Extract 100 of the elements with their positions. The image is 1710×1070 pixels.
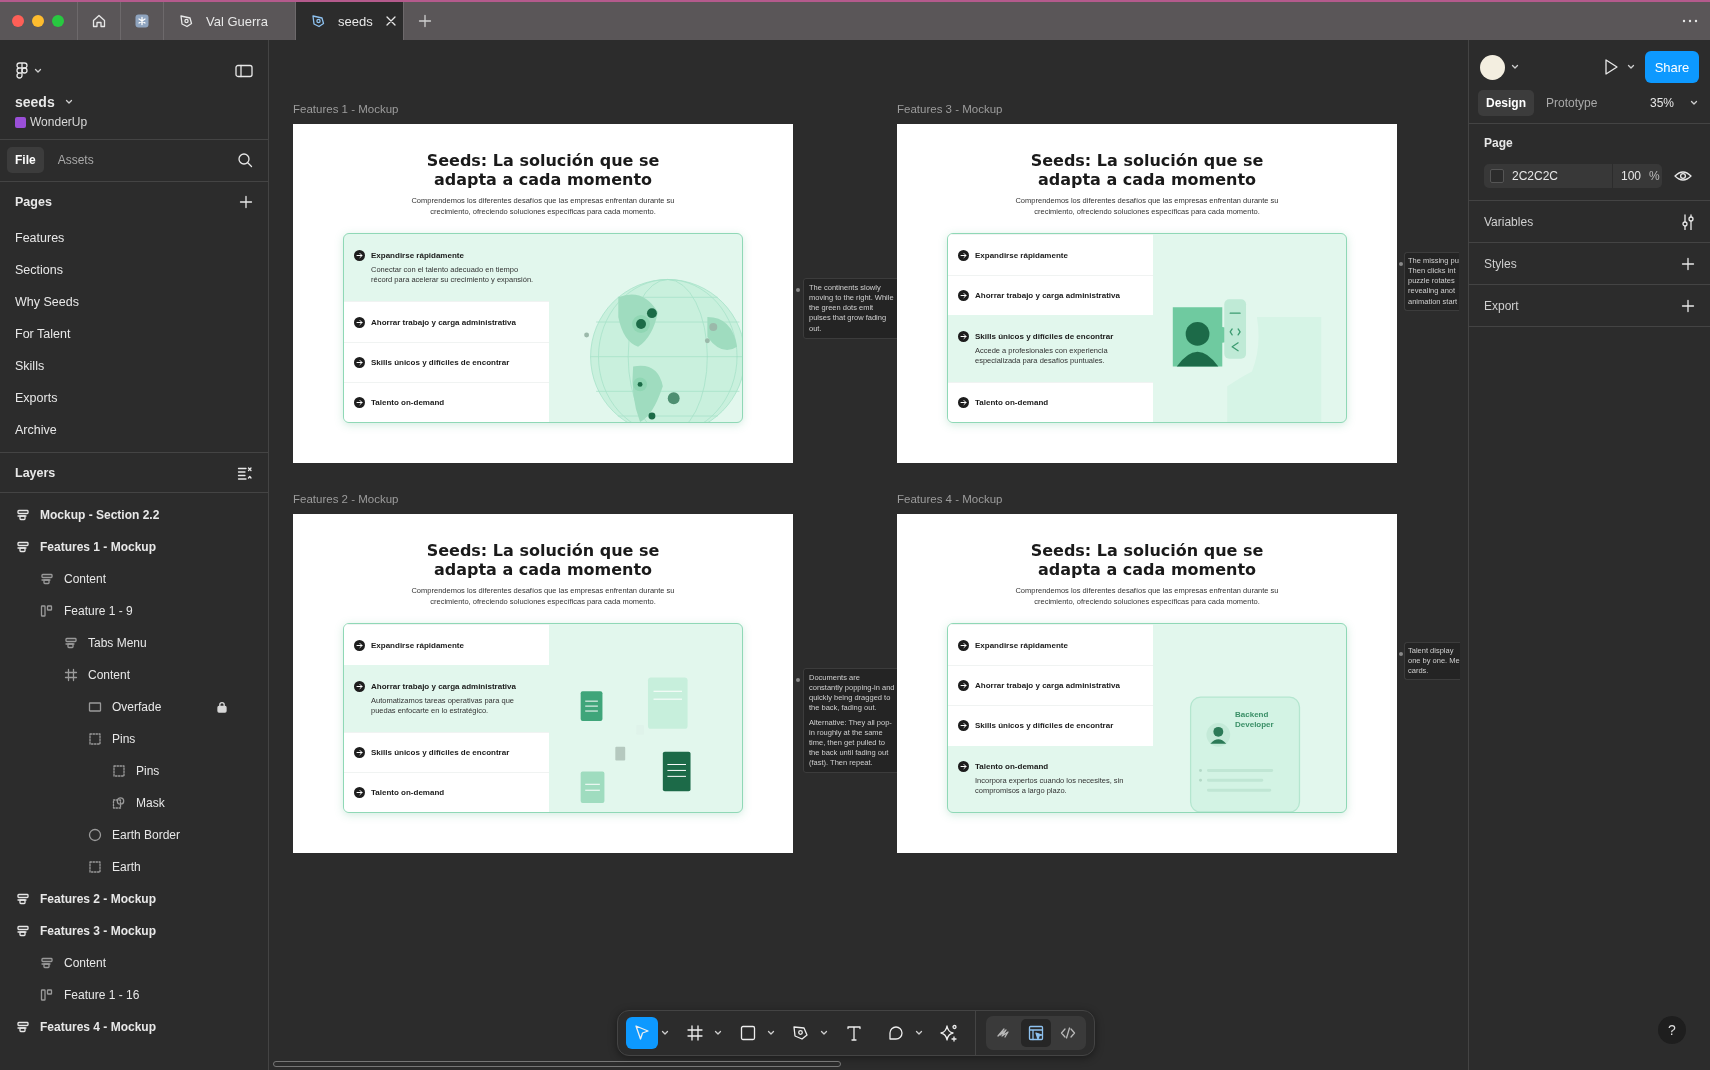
feature-tab[interactable]: Talento on-demand — [344, 382, 549, 423]
play-icon[interactable] — [1603, 58, 1619, 76]
document-tab[interactable]: seeds — [296, 2, 404, 40]
feature-tab[interactable]: Expandirse rápidamente — [948, 624, 1153, 665]
layer-row[interactable]: Earth Border — [0, 819, 268, 851]
frame-label[interactable]: Features 4 - Mockup — [897, 492, 1397, 514]
collapse-layers-icon[interactable] — [237, 465, 253, 480]
new-tab-icon[interactable] — [418, 14, 432, 28]
layer-row[interactable]: Mask — [0, 787, 268, 819]
main-menu-button[interactable] — [16, 62, 42, 80]
close-icon[interactable] — [384, 15, 397, 27]
plus-icon[interactable] — [1681, 256, 1695, 271]
layer-row[interactable]: Content — [0, 659, 268, 691]
team-name: WonderUp — [30, 115, 88, 129]
panel-tab[interactable]: Design — [1478, 90, 1534, 116]
layer-row[interactable]: Feature 1 - 9 — [0, 595, 268, 627]
section-title: Page — [1484, 136, 1514, 150]
team-swatch-icon — [15, 116, 26, 128]
chevron-down-icon[interactable] — [1511, 64, 1519, 70]
chevron-down-icon[interactable] — [661, 1030, 669, 1036]
chevron-down-icon[interactable] — [714, 1030, 722, 1036]
feature-title: Expandirse rápidamente — [371, 251, 464, 261]
page-item[interactable]: For Talent — [0, 318, 268, 350]
layer-row[interactable]: Features 2 - Mockup — [0, 883, 268, 915]
connector-dot-icon — [796, 678, 800, 682]
section-title: Styles — [1484, 256, 1517, 271]
dashed-square-icon — [88, 860, 102, 874]
page-item[interactable]: Features — [0, 222, 268, 254]
layer-row[interactable]: Features 3 - Mockup — [0, 915, 268, 947]
connector-dot-icon — [796, 288, 800, 292]
sidebar-toggle-icon[interactable] — [235, 64, 253, 78]
panel-tab[interactable]: File — [7, 147, 44, 173]
layer-row[interactable]: Content — [0, 563, 268, 595]
sliders-icon[interactable] — [1681, 213, 1695, 230]
dashed-square-icon — [88, 732, 102, 746]
cursor-tool-button[interactable] — [626, 1017, 658, 1049]
user-avatar[interactable] — [1480, 54, 1505, 80]
feature-tab[interactable]: Ahorrar trabajo y carga administrativa — [948, 274, 1153, 316]
frame-label[interactable]: Features 1 - Mockup — [293, 102, 793, 124]
connector-dot-icon — [1399, 652, 1403, 656]
panel-tab[interactable]: Prototype — [1538, 90, 1606, 116]
chevron-down-icon[interactable] — [820, 1030, 828, 1036]
feature-tab[interactable]: Expandirse rápidamente — [344, 624, 549, 665]
page-item[interactable]: Archive — [0, 414, 268, 446]
feature-title: Skills únicos y difíciles de encontrar — [975, 332, 1114, 341]
zoom-level[interactable]: 35% — [1649, 96, 1674, 110]
feature-tab[interactable]: Skills únicos y difíciles de encontrar — [344, 731, 549, 773]
feature-tab[interactable]: Skills únicos y difíciles de encontrar — [948, 705, 1153, 746]
minimize-window-button[interactable] — [32, 15, 44, 27]
feature-tab[interactable]: Ahorrar trabajo y carga administrativa — [948, 664, 1153, 706]
more-icon[interactable] — [1682, 19, 1698, 23]
plus-icon[interactable] — [1681, 298, 1695, 313]
chevron-down-icon[interactable] — [915, 1030, 923, 1036]
feature-tab[interactable]: Expandirse rápidamente — [948, 234, 1153, 275]
layer-row[interactable]: Pins — [0, 755, 268, 787]
arrow-circle-icon — [958, 397, 969, 409]
zoom-window-button[interactable] — [52, 15, 64, 27]
color-swatch-icon[interactable] — [1490, 169, 1504, 183]
mockup-heading: Seeds: La solución que se adapta a cada momento — [425, 542, 661, 580]
layer-row[interactable]: Features 4 - Mockup — [0, 1011, 268, 1043]
layer-row[interactable]: Tabs Menu — [0, 627, 268, 659]
feature-tab[interactable]: Talento on-demand — [344, 772, 549, 813]
search-icon[interactable] — [237, 152, 253, 168]
design-mode-button[interactable] — [1021, 1019, 1051, 1047]
circle-icon — [88, 828, 102, 842]
layer-row[interactable]: Earth — [0, 851, 268, 883]
arrow-circle-icon — [354, 397, 365, 409]
frame-label[interactable]: Features 2 - Mockup — [293, 492, 793, 514]
chevron-down-icon[interactable] — [64, 99, 73, 105]
eye-icon[interactable] — [1674, 170, 1692, 182]
help-button[interactable]: ? — [1658, 1016, 1686, 1044]
page-item[interactable]: Exports — [0, 382, 268, 414]
arrow-circle-icon — [354, 316, 365, 328]
section-title: Variables — [1484, 214, 1534, 229]
pen-nib-icon — [310, 13, 326, 29]
page-item[interactable]: Sections — [0, 254, 268, 286]
connector-dot-icon — [1399, 262, 1403, 266]
feature-tab[interactable]: Skills únicos y difíciles de encontrar — [344, 341, 549, 383]
panel-tab[interactable]: Assets — [49, 147, 102, 173]
page-color-field[interactable]: 2C2C2C 100 % — [1484, 164, 1662, 188]
feature-tab[interactable]: Talento on-demand — [948, 382, 1153, 423]
layout-rows-icon — [16, 508, 30, 522]
arrow-circle-icon — [958, 331, 969, 342]
horizontal-scrollbar[interactable] — [273, 1061, 841, 1067]
chevron-down-icon[interactable] — [1690, 100, 1698, 106]
page-item[interactable]: Skills — [0, 350, 268, 382]
layer-row[interactable]: Content — [0, 947, 268, 979]
feature-tab[interactable]: Ahorrar trabajo y carga administrativa — [344, 301, 549, 342]
layer-row[interactable]: Features 1 - Mockup — [0, 531, 268, 563]
page-item[interactable]: Why Seeds — [0, 286, 268, 318]
add-page-icon[interactable] — [239, 195, 253, 209]
home-icon — [91, 13, 107, 29]
lock-icon[interactable] — [216, 701, 228, 713]
layer-row[interactable]: Feature 1 - 16 — [0, 979, 268, 1011]
layer-row[interactable]: Mockup - Section 2.2 — [0, 499, 268, 531]
chevron-down-icon[interactable] — [767, 1030, 775, 1036]
layer-row[interactable]: Pins — [0, 723, 268, 755]
layer-row[interactable]: Overfade — [0, 691, 268, 723]
chevron-down-icon[interactable] — [1627, 64, 1635, 70]
frame-label[interactable]: Features 3 - Mockup — [897, 102, 1397, 124]
